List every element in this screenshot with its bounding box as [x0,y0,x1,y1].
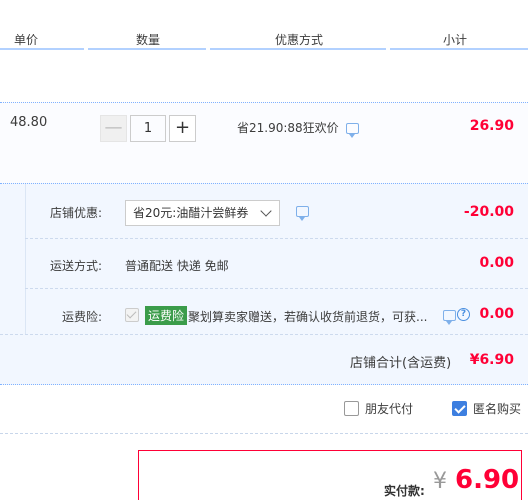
friend-pay-label: 朋友代付 [365,402,414,416]
shop-summary-section: 店铺优惠: 省20元:油醋汁尝鲜券 -20.00 运送方式: 普通配送 快递 免… [0,183,528,385]
quantity-decrease-button[interactable]: — [100,115,127,142]
shop-total-label: 店铺合计(含运费) [350,356,452,371]
payment-summary-box: 实付款: ¥ 6.90 [138,450,522,500]
shipping-insurance-checkbox[interactable] [125,308,139,322]
shop-coupon-label: 店铺优惠: [49,206,102,220]
shipping-insurance-tag: 运费险 [145,306,188,325]
divider [25,288,528,289]
item-promo-text: 省21.90:88狂欢价 [237,121,339,135]
friend-pay-option[interactable]: 朋友代付 [344,400,413,417]
shipping-method-value: 普通配送 快递 免邮 [125,259,229,273]
chevron-down-icon [260,205,272,217]
shop-total-amount: ¥6.90 [469,352,514,368]
column-divider [0,48,84,50]
shipping-method-label: 运送方式: [49,259,102,273]
shop-coupon-selected-value: 省20元:油醋汁尝鲜券 [133,206,249,220]
shop-coupon-amount: -20.00 [463,204,514,220]
quantity-increase-button[interactable]: + [169,115,196,142]
column-subtotal: 小计 [443,33,468,47]
cart-column-header: 单价 数量 优惠方式 小计 [0,28,528,50]
shipping-amount: 0.00 [479,255,514,271]
currency-symbol: ¥ [433,469,447,494]
message-icon[interactable] [296,206,309,221]
item-subtotal: 26.90 [469,118,514,134]
shipping-insurance-label: 运费险: [61,310,102,324]
divider [0,334,528,335]
help-icon[interactable]: ? [457,308,470,321]
column-quantity: 数量 [136,33,161,47]
cart-item-row: 48.80 — 1 + 省21.90:88狂欢价 26.90 [0,102,528,184]
divider [0,433,528,434]
anonymous-purchase-label: 匿名购买 [473,402,522,416]
divider [25,238,528,239]
quantity-stepper: — 1 + [100,115,196,143]
quantity-input[interactable]: 1 [130,115,166,142]
column-discount-method: 优惠方式 [275,33,324,47]
column-divider [210,48,386,50]
shipping-insurance-amount: 0.00 [479,306,514,322]
column-divider [390,48,528,50]
column-divider [88,48,206,50]
anonymous-purchase-option[interactable]: 匿名购买 [452,400,521,417]
message-icon[interactable] [443,310,456,325]
shipping-insurance-description: 聚划算卖家赠送，若确认收货前退货，可获... [188,310,428,324]
anonymous-purchase-checkbox[interactable] [452,401,467,416]
actual-payment-label: 实付款: [384,484,425,498]
friend-pay-checkbox[interactable] [344,401,359,416]
column-unit-price: 单价 [14,33,39,47]
item-unit-price: 48.80 [10,115,48,130]
actual-payment-amount: 6.90 [455,465,520,495]
shop-coupon-select[interactable]: 省20元:油醋汁尝鲜券 [125,200,280,226]
message-icon[interactable] [346,123,359,138]
